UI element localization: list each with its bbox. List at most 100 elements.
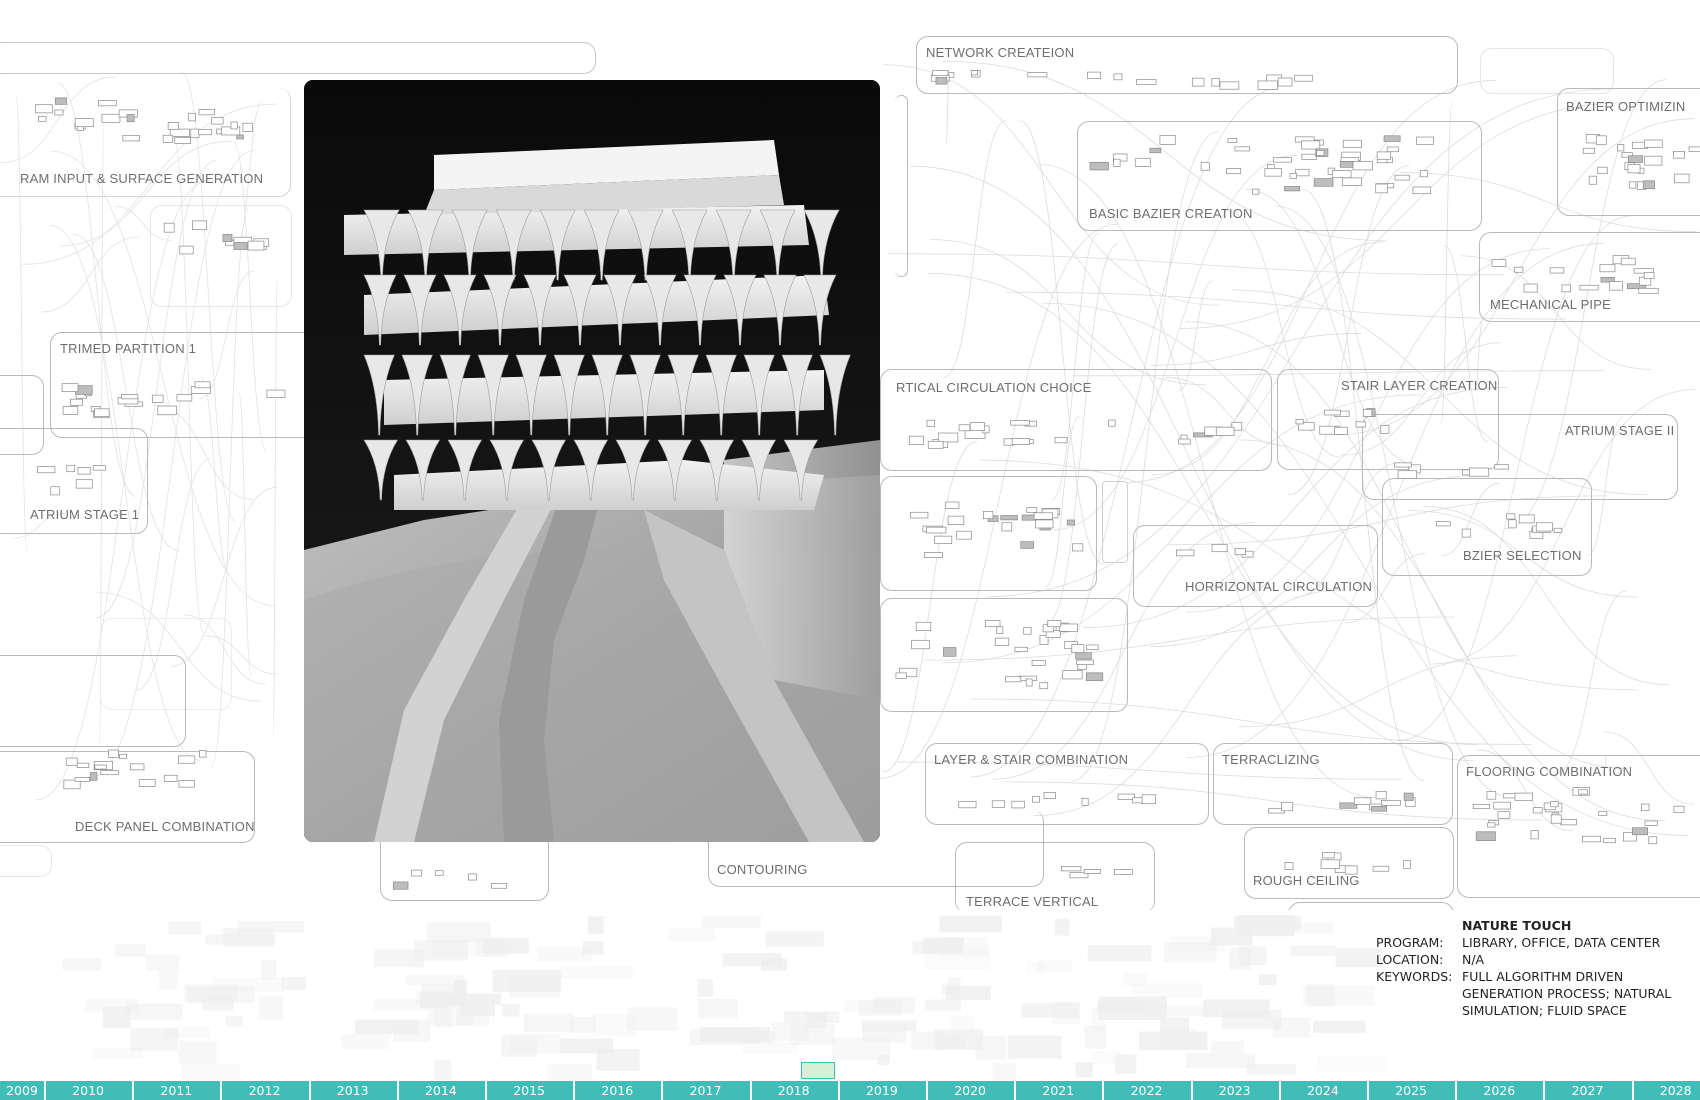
node-component bbox=[126, 114, 135, 123]
faded-block bbox=[202, 994, 234, 1011]
node-component bbox=[1108, 419, 1116, 427]
node-component bbox=[1375, 183, 1388, 194]
timeline-year-2019[interactable]: 2019 bbox=[866, 1083, 898, 1098]
timeline-tick bbox=[749, 1081, 752, 1100]
node-component bbox=[1553, 527, 1563, 533]
year-timeline[interactable]: 2009 2010 2011 2012 2013 2014 2015 2016 2017 2018… bbox=[0, 1081, 1700, 1100]
node-component bbox=[991, 800, 1005, 808]
node-component bbox=[157, 405, 177, 416]
node-component bbox=[1072, 543, 1084, 552]
node-component bbox=[1588, 175, 1598, 185]
faded-block bbox=[492, 969, 562, 993]
faded-block bbox=[943, 1035, 967, 1049]
node-component bbox=[1550, 814, 1562, 824]
node-component bbox=[1371, 806, 1387, 812]
node-component bbox=[1609, 281, 1623, 291]
timeline-year-2013[interactable]: 2013 bbox=[337, 1083, 369, 1098]
timeline-year-2027[interactable]: 2027 bbox=[1572, 1083, 1604, 1098]
node-component bbox=[74, 776, 90, 782]
node-component bbox=[222, 234, 233, 242]
node-component bbox=[167, 121, 179, 130]
faded-block bbox=[1316, 1055, 1386, 1072]
node-component bbox=[1341, 177, 1362, 186]
selected-year-marker[interactable] bbox=[801, 1062, 835, 1079]
node-component bbox=[1191, 77, 1205, 87]
node-component bbox=[1627, 163, 1641, 174]
node-component bbox=[1141, 794, 1157, 805]
node-component bbox=[1560, 818, 1577, 826]
node-component bbox=[969, 422, 985, 431]
node-component bbox=[192, 220, 207, 230]
timeline-tick bbox=[661, 1081, 664, 1100]
node-component bbox=[1219, 81, 1240, 90]
node-component bbox=[1252, 188, 1260, 195]
node-component bbox=[1508, 519, 1517, 529]
node-component bbox=[151, 394, 164, 403]
faded-block bbox=[1238, 946, 1267, 965]
timeline-year-2023[interactable]: 2023 bbox=[1219, 1083, 1251, 1098]
node-component bbox=[178, 780, 195, 788]
node-component bbox=[1375, 791, 1387, 800]
faded-block bbox=[859, 1000, 902, 1017]
node-component bbox=[1595, 135, 1607, 146]
timeline-year-2012[interactable]: 2012 bbox=[249, 1083, 281, 1098]
timeline-year-2010[interactable]: 2010 bbox=[72, 1083, 104, 1098]
timeline-year-2021[interactable]: 2021 bbox=[1042, 1083, 1074, 1098]
node-component bbox=[1005, 676, 1022, 683]
node-component bbox=[911, 639, 930, 650]
node-component bbox=[1324, 409, 1341, 416]
node-component bbox=[1010, 420, 1030, 426]
faded-block bbox=[1091, 1051, 1121, 1065]
node-component bbox=[1086, 644, 1099, 651]
node-component bbox=[1530, 830, 1539, 840]
node-component bbox=[1071, 644, 1085, 653]
node-component bbox=[1582, 147, 1595, 154]
node-component bbox=[1352, 161, 1373, 171]
faded-block bbox=[163, 1026, 211, 1039]
timeline-tick bbox=[308, 1081, 311, 1100]
node-component bbox=[198, 109, 216, 116]
timeline-year-2016[interactable]: 2016 bbox=[601, 1083, 633, 1098]
node-component bbox=[108, 749, 119, 758]
faded-block bbox=[1211, 1040, 1244, 1054]
faded-block bbox=[1091, 1007, 1105, 1032]
node-component bbox=[1061, 866, 1082, 872]
node-component bbox=[1603, 837, 1616, 844]
timeline-year-2028[interactable]: 2028 bbox=[1660, 1083, 1692, 1098]
timeline-year-2025[interactable]: 2025 bbox=[1395, 1083, 1427, 1098]
faded-block bbox=[168, 921, 202, 935]
node-component bbox=[176, 394, 193, 402]
timeline-year-2015[interactable]: 2015 bbox=[513, 1083, 545, 1098]
timeline-year-2011[interactable]: 2011 bbox=[160, 1083, 192, 1098]
model-photo bbox=[304, 80, 880, 842]
timeline-year-2009[interactable]: 2009 bbox=[6, 1083, 38, 1098]
faded-timeline-blocks bbox=[62, 915, 1386, 1080]
faded-block bbox=[434, 1059, 452, 1080]
timeline-year-2026[interactable]: 2026 bbox=[1483, 1083, 1515, 1098]
timeline-year-2022[interactable]: 2022 bbox=[1131, 1083, 1163, 1098]
node-component bbox=[1281, 801, 1294, 812]
node-component bbox=[94, 764, 107, 770]
node-component bbox=[1289, 173, 1297, 179]
timeline-year-2017[interactable]: 2017 bbox=[690, 1083, 722, 1098]
model-illustration bbox=[304, 80, 880, 842]
timeline-year-2014[interactable]: 2014 bbox=[425, 1083, 457, 1098]
faded-block bbox=[698, 998, 738, 1019]
node-component bbox=[924, 552, 943, 558]
timeline-year-2020[interactable]: 2020 bbox=[954, 1083, 986, 1098]
node-component bbox=[1035, 519, 1054, 529]
node-component bbox=[1026, 507, 1038, 513]
node-component bbox=[1059, 623, 1078, 632]
node-component bbox=[1673, 151, 1685, 159]
faded-block bbox=[1021, 1002, 1080, 1019]
node-component bbox=[1054, 436, 1068, 444]
node-component bbox=[1617, 144, 1625, 152]
node-component bbox=[61, 383, 79, 392]
faded-block bbox=[502, 1004, 520, 1017]
node-component bbox=[958, 424, 971, 432]
node-component bbox=[434, 870, 444, 876]
node-component bbox=[1334, 426, 1348, 435]
node-component bbox=[92, 465, 106, 471]
timeline-year-2024[interactable]: 2024 bbox=[1307, 1083, 1339, 1098]
timeline-year-2018[interactable]: 2018 bbox=[778, 1083, 810, 1098]
